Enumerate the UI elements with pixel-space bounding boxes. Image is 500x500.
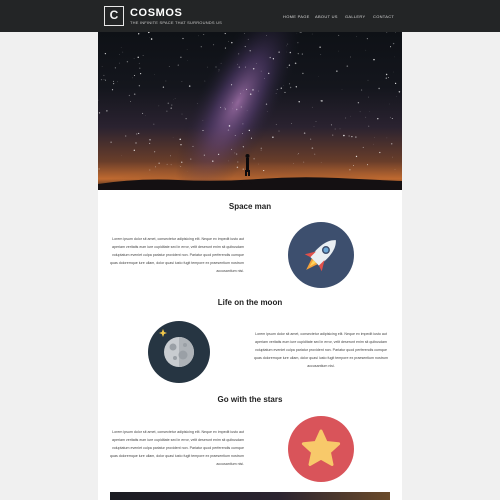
section-title-go-with-the-stars: Go with the stars xyxy=(217,395,283,404)
section-paragraph-life-on-the-moon: Lorem ipsum dolor sit amet, consectetur … xyxy=(253,332,389,368)
rocket-icon xyxy=(288,222,354,288)
moon-icon xyxy=(148,321,210,383)
section-paragraph-space-man: Lorem ipsum dolor sit amet, consectetur … xyxy=(109,237,244,273)
section-title-space-man: Space man xyxy=(228,202,272,211)
nav-item-about-us[interactable]: ABOUT US xyxy=(315,14,338,19)
main-nav: HOME PAGE ABOUT US GALLERY CONTACT xyxy=(0,14,500,20)
section-paragraph-go-with-the-stars: Lorem ipsum dolor sit amet, consectetur … xyxy=(109,430,244,466)
top-navigation-bar: C COSMOS THE INFINITE SPACE THAT SURROUN… xyxy=(0,0,500,32)
hero-illustration xyxy=(98,32,402,190)
nav-item-home-page[interactable]: HOME PAGE xyxy=(283,14,310,19)
section-title-life-on-the-moon: Life on the moon xyxy=(217,298,283,307)
nav-item-contact[interactable]: CONTACT xyxy=(373,14,394,19)
hero-milky-way-image xyxy=(98,32,402,190)
site-tagline: THE INFINITE SPACE THAT SURROUNDS US xyxy=(130,20,223,25)
footer-image-strip xyxy=(110,492,390,500)
star-icon xyxy=(288,416,354,482)
main-content: Space man Lorem ipsum dolor sit amet, co… xyxy=(98,32,402,500)
nav-item-gallery[interactable]: GALLERY xyxy=(345,14,365,19)
